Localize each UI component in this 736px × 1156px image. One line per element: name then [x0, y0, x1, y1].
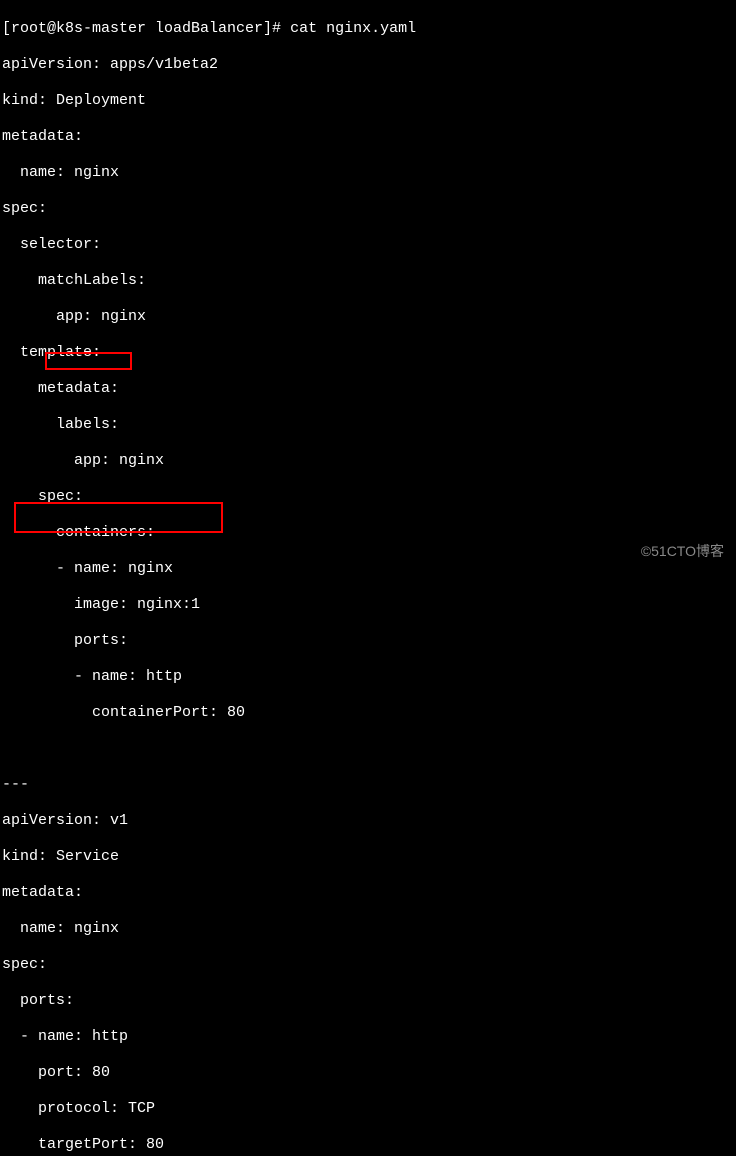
yaml-line: image: nginx:1: [2, 596, 734, 614]
yaml-line: kind: Deployment: [2, 92, 734, 110]
yaml-line: - name: nginx: [2, 560, 734, 578]
yaml-line: matchLabels:: [2, 272, 734, 290]
yaml-line: template:: [2, 344, 734, 362]
yaml-line: spec:: [2, 488, 734, 506]
yaml-line: name: nginx: [2, 164, 734, 182]
command-text: cat nginx.yaml: [290, 20, 416, 37]
prompt-line-1: [root@k8s-master loadBalancer]# cat ngin…: [2, 20, 734, 38]
yaml-line-kind-service: kind: Service: [2, 848, 734, 866]
yaml-line: metadata:: [2, 380, 734, 398]
prompt-user-host: [root@k8s-master loadBalancer]#: [2, 20, 281, 37]
yaml-line: - name: http: [2, 668, 734, 686]
yaml-line: containerPort: 80: [2, 704, 734, 722]
yaml-line: ports:: [2, 992, 734, 1010]
terminal-output[interactable]: [root@k8s-master loadBalancer]# cat ngin…: [2, 2, 734, 1156]
yaml-line: containers:: [2, 524, 734, 542]
kind-prefix: kind:: [2, 848, 56, 865]
yaml-line: metadata:: [2, 128, 734, 146]
watermark-text: ©51CTO博客: [641, 543, 724, 560]
yaml-line: labels:: [2, 416, 734, 434]
yaml-line: app: nginx: [2, 308, 734, 326]
yaml-line: port: 80: [2, 1064, 734, 1082]
yaml-line: [2, 740, 734, 758]
yaml-line: spec:: [2, 956, 734, 974]
yaml-line: selector:: [2, 236, 734, 254]
yaml-line: - name: http: [2, 1028, 734, 1046]
yaml-line: metadata:: [2, 884, 734, 902]
kind-value-service: Service: [56, 848, 119, 865]
yaml-line: protocol: TCP: [2, 1100, 734, 1118]
yaml-line: spec:: [2, 200, 734, 218]
yaml-line: ---: [2, 776, 734, 794]
yaml-line: apiVersion: apps/v1beta2: [2, 56, 734, 74]
yaml-line: apiVersion: v1: [2, 812, 734, 830]
yaml-line: name: nginx: [2, 920, 734, 938]
yaml-line: app: nginx: [2, 452, 734, 470]
yaml-line: ports:: [2, 632, 734, 650]
yaml-line: targetPort: 80: [2, 1136, 734, 1154]
